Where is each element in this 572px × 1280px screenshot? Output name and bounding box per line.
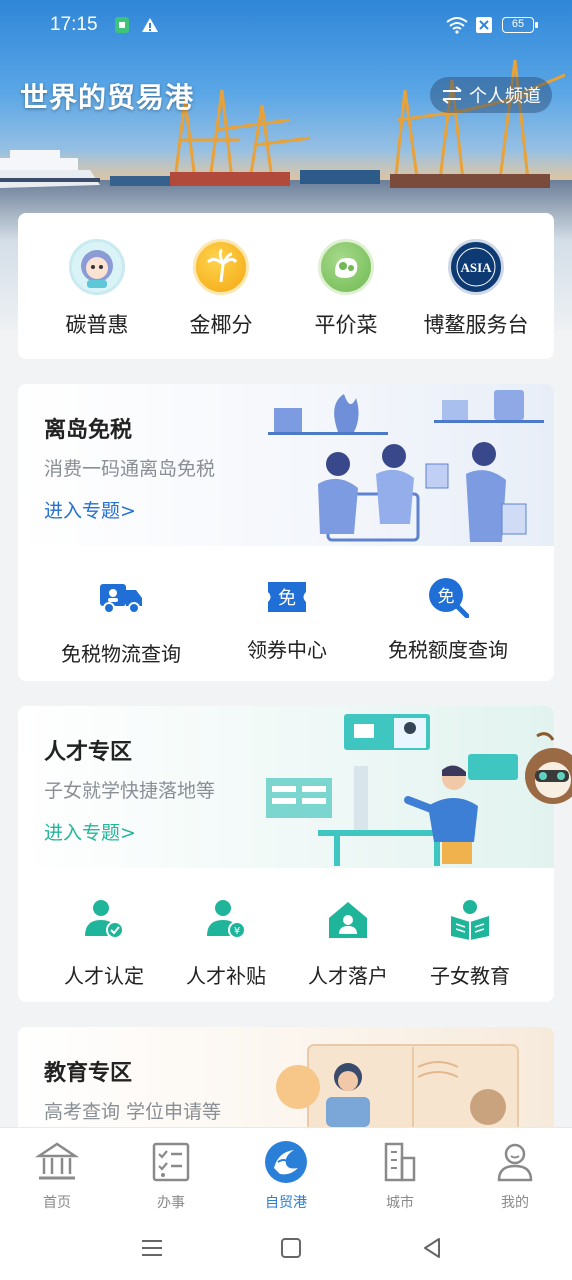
- section-subtitle: 消费一码通离岛免税: [44, 458, 216, 480]
- search-quota-icon: 免: [427, 576, 470, 619]
- quick-link-jinyefen[interactable]: 金椰分: [156, 239, 286, 339]
- child-book-icon: [451, 900, 489, 940]
- system-navigation-bar: [0, 1215, 572, 1280]
- wifi-icon: [446, 17, 468, 34]
- action-label: 人才落户: [308, 964, 388, 988]
- duty-free-card: 离岛免税 消费一码通离岛免税 进入专题> 免税物流查询 免 领券中心 免 免税额…: [18, 384, 554, 681]
- warning-icon: [142, 18, 158, 32]
- back-triangle-icon[interactable]: [417, 1233, 447, 1263]
- section-title: 教育专区: [44, 1061, 133, 1086]
- section-subtitle: 子女就学快捷落地等: [44, 780, 216, 802]
- asia-logo-icon: ASIA: [448, 239, 504, 295]
- section-title: 离岛免税: [44, 418, 133, 443]
- tab-label: 我的: [501, 1195, 529, 1211]
- no-sim-icon: [476, 17, 492, 33]
- profile-icon: [497, 1143, 533, 1182]
- recent-apps-menu-icon[interactable]: [137, 1233, 167, 1263]
- section-title: 人才专区: [44, 740, 133, 765]
- action-label: 免税额度查询: [388, 638, 508, 662]
- quick-link-boao-service[interactable]: ASIA 博鳌服务台: [406, 239, 546, 339]
- tab-home[interactable]: 首页: [17, 1140, 97, 1212]
- tab-label: 办事: [157, 1195, 185, 1211]
- sim-card-icon: [115, 17, 129, 33]
- enter-topic-link[interactable]: 进入专题>: [44, 818, 136, 845]
- house-person-icon: [329, 902, 367, 938]
- action-label: 人才认定: [64, 964, 144, 988]
- page-title: 世界的贸易港: [20, 81, 195, 114]
- floating-coconut-mascot[interactable]: [513, 730, 572, 820]
- home-building-icon: [34, 1142, 80, 1180]
- talent-settlement[interactable]: 人才落户: [290, 898, 406, 989]
- shopping-illustration: [268, 390, 544, 542]
- city-icon: [384, 1142, 416, 1182]
- vegetable-icon: [318, 239, 374, 295]
- tab-profile[interactable]: 我的: [475, 1140, 555, 1212]
- coupon-center[interactable]: 免 领券中心: [232, 576, 342, 663]
- swap-arrows-icon: [442, 86, 462, 104]
- duty-free-banner[interactable]: 离岛免税 消费一码通离岛免税 进入专题>: [18, 384, 554, 546]
- section-subtitle: 高考查询 学位申请等: [44, 1101, 222, 1123]
- enter-topic-link[interactable]: 进入专题>: [44, 496, 136, 523]
- tab-services[interactable]: 办事: [131, 1140, 211, 1212]
- checklist-icon: [152, 1142, 190, 1182]
- tab-label: 城市: [386, 1195, 414, 1211]
- quick-link-tanpuhui[interactable]: 碳普惠: [32, 239, 162, 339]
- coupon-badge-text: 免: [278, 588, 296, 609]
- truck-icon: [100, 584, 142, 614]
- person-check-icon: [85, 900, 124, 939]
- status-time: 17:15: [50, 14, 98, 35]
- tab-free-trade-port[interactable]: 自贸港: [246, 1140, 326, 1212]
- palm-tree-icon: [193, 239, 249, 295]
- cruise-ship: [0, 150, 100, 188]
- quick-link-pingjiacai[interactable]: 平价菜: [281, 239, 411, 339]
- quota-badge-text: 免: [438, 587, 455, 607]
- personal-channel-button[interactable]: 个人频道: [430, 77, 552, 113]
- home-square-icon[interactable]: [276, 1233, 306, 1263]
- duty-free-actions: 免税物流查询 免 领券中心 免 免税额度查询: [18, 546, 554, 681]
- action-label: 免税物流查询: [61, 642, 181, 666]
- duty-free-logistics-query[interactable]: 免税物流查询: [56, 576, 186, 667]
- quick-link-label: 碳普惠: [65, 313, 129, 337]
- containers: [110, 170, 550, 188]
- personal-channel-label: 个人频道: [469, 86, 541, 107]
- bottom-tab-bar: 首页 办事 自贸港 城市 我的: [0, 1127, 572, 1215]
- action-label: 领券中心: [247, 638, 327, 662]
- quick-links-card: 碳普惠 金椰分 平价菜 ASIA 博鳌服务台: [18, 213, 554, 359]
- battery-indicator: 65: [502, 17, 538, 33]
- tab-label: 首页: [43, 1195, 71, 1211]
- talent-actions: 人才认定 ¥ 人才补贴 人才落户 子女教育: [18, 868, 554, 1002]
- svg-text:ASIA: ASIA: [460, 260, 492, 275]
- children-education[interactable]: 子女教育: [412, 898, 528, 989]
- quick-link-label: 金椰分: [189, 313, 253, 337]
- coupon-icon: 免: [266, 576, 308, 618]
- tab-city[interactable]: 城市: [360, 1140, 440, 1212]
- quick-link-label: 平价菜: [314, 313, 378, 337]
- action-label: 子女教育: [430, 964, 510, 988]
- reading-illustration: [276, 1044, 519, 1127]
- action-label: 人才补贴: [186, 964, 266, 988]
- status-bar: 17:15 65: [0, 0, 572, 52]
- free-trade-port-icon: [265, 1141, 307, 1183]
- talent-banner[interactable]: 人才专区 子女就学快捷落地等 进入专题>: [18, 706, 554, 868]
- tab-label: 自贸港: [265, 1195, 307, 1211]
- talent-card: 人才专区 子女就学快捷落地等 进入专题> 人才认定 ¥ 人才补贴 人才落户 子女…: [18, 706, 554, 1002]
- mascot-icon: [69, 239, 125, 295]
- person-money-icon: ¥: [207, 900, 246, 939]
- talent-certification[interactable]: 人才认定: [46, 898, 162, 989]
- duty-free-quota-query[interactable]: 免 免税额度查询: [380, 576, 516, 663]
- quick-link-label: 博鳌服务台: [423, 313, 529, 337]
- talent-subsidy[interactable]: ¥ 人才补贴: [168, 898, 284, 989]
- svg-text:¥: ¥: [234, 926, 240, 937]
- office-illustration: [266, 714, 518, 866]
